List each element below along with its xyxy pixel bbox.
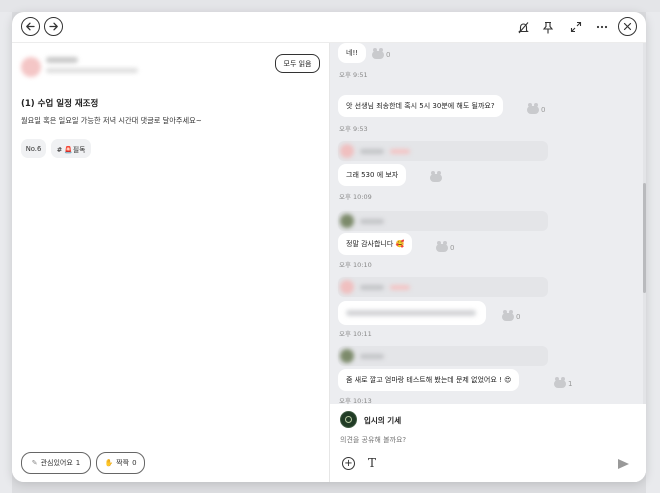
tag-number[interactable]: No.6 <box>21 139 46 158</box>
bear-reaction-icon <box>502 310 514 321</box>
interested-count: 1 <box>75 459 81 467</box>
bell-off-icon <box>517 21 529 33</box>
comment-bubble: 네!! <box>338 43 367 63</box>
comment-thread[interactable]: 네!! 0 오후 9:51 앗 선생님 죄송한데 혹시 5시 30분에 해도 될… <box>330 43 646 404</box>
comment-bubble: 정말 감사합니다 🥰 <box>338 233 413 255</box>
reaction-count: 0 <box>386 51 391 59</box>
background-header <box>0 0 660 12</box>
comment-time: 오후 10:09 <box>339 193 372 201</box>
text-format-icon: T <box>368 456 377 470</box>
post-panel: 모두 읽음 (1) 수업 일정 재조정 월요일 혹은 일요일 가능한 저녁 시간… <box>12 43 330 482</box>
comment-reaction[interactable]: 0 <box>502 310 521 321</box>
reaction-count: 0 <box>516 313 521 321</box>
comment-bubble: 줌 새로 깔고 엄마랑 테스트해 봤는데 문제 없었어요 ! 😍 <box>338 369 520 391</box>
close-button[interactable] <box>618 17 637 36</box>
bear-reaction-icon <box>554 377 566 388</box>
reaction-count: 0 <box>541 106 546 114</box>
bear-reaction-icon <box>372 48 384 59</box>
comment-reaction[interactable] <box>430 171 444 182</box>
arrow-left-circle-icon <box>26 22 35 31</box>
clap-icon: ✋ <box>104 459 114 467</box>
add-attachment-button[interactable]: + <box>342 457 355 470</box>
plus-icon: + <box>344 457 353 469</box>
bear-reaction-icon <box>436 241 448 252</box>
comment-time: 오후 10:10 <box>339 261 372 269</box>
comment-time: 오후 10:13 <box>339 397 372 404</box>
scrollbar-thumb[interactable] <box>643 183 646 293</box>
comment-reaction[interactable]: 0 <box>436 241 455 252</box>
clap-reaction-button[interactable]: ✋ 짝짝 0 <box>96 452 145 474</box>
comment-bubble-blurred <box>338 301 486 325</box>
pin-button[interactable] <box>539 18 557 36</box>
pin-icon <box>542 21 554 33</box>
background-left <box>0 12 12 493</box>
comment-composer: 입시의 기세 + T <box>330 404 646 482</box>
author-name-blurred <box>46 57 78 63</box>
modal-toolbar <box>12 12 646 43</box>
more-button[interactable] <box>593 18 611 36</box>
comment-reaction[interactable]: 1 <box>554 377 573 388</box>
expand-icon <box>570 21 582 33</box>
comment-time: 오후 9:51 <box>339 71 368 79</box>
text-format-button[interactable]: T <box>368 456 376 470</box>
post-title: (1) 수업 일정 재조정 <box>21 99 99 109</box>
user-name: 입시의 기세 <box>364 416 402 425</box>
comment-time: 오후 10:11 <box>339 330 372 338</box>
forward-button[interactable] <box>44 17 63 36</box>
bear-reaction-icon <box>430 171 442 182</box>
clap-label: 짝짝 <box>116 459 130 467</box>
background-right <box>646 12 660 493</box>
clap-count: 0 <box>132 459 137 467</box>
expand-button[interactable] <box>567 18 585 36</box>
bear-reaction-icon <box>527 103 539 114</box>
author-avatar <box>21 57 41 77</box>
comment-time: 오후 9:53 <box>339 125 368 133</box>
reaction-count: 0 <box>450 244 455 252</box>
interested-icon: ✎ <box>31 459 38 467</box>
interested-label: 관심있어요 <box>40 459 73 467</box>
comment-bubble: 앗 선생님 죄송한데 혹시 5시 30분에 해도 될까요? <box>338 95 503 117</box>
interested-reaction-button[interactable]: ✎ 관심있어요 1 <box>21 452 91 474</box>
post-modal: 모두 읽음 (1) 수업 일정 재조정 월요일 혹은 일요일 가능한 저녁 시간… <box>12 12 646 482</box>
user-avatar <box>340 411 357 428</box>
close-circle-icon <box>623 22 632 31</box>
comment-reaction[interactable]: 0 <box>527 103 546 114</box>
send-button[interactable] <box>618 459 629 469</box>
post-body: 월요일 혹은 일요일 가능한 저녁 시간대 댓글로 달아주세요~ <box>21 116 202 125</box>
arrow-right-circle-icon <box>49 22 58 31</box>
author-meta-blurred <box>46 68 138 73</box>
mute-button[interactable] <box>514 18 532 36</box>
back-button[interactable] <box>21 17 40 36</box>
comments-panel: 네!! 0 오후 9:51 앗 선생님 죄송한데 혹시 5시 30분에 해도 될… <box>330 43 646 482</box>
tag-must-read[interactable]: # 🚨필독 <box>51 139 91 158</box>
comment-reaction[interactable]: 0 <box>372 48 391 59</box>
reaction-count: 1 <box>568 380 573 388</box>
more-icon <box>596 25 608 29</box>
comment-bubble: 그래 530 에 보자 <box>338 164 407 186</box>
read-all-button[interactable]: 모두 읽음 <box>275 54 320 73</box>
comment-input[interactable] <box>340 436 620 444</box>
